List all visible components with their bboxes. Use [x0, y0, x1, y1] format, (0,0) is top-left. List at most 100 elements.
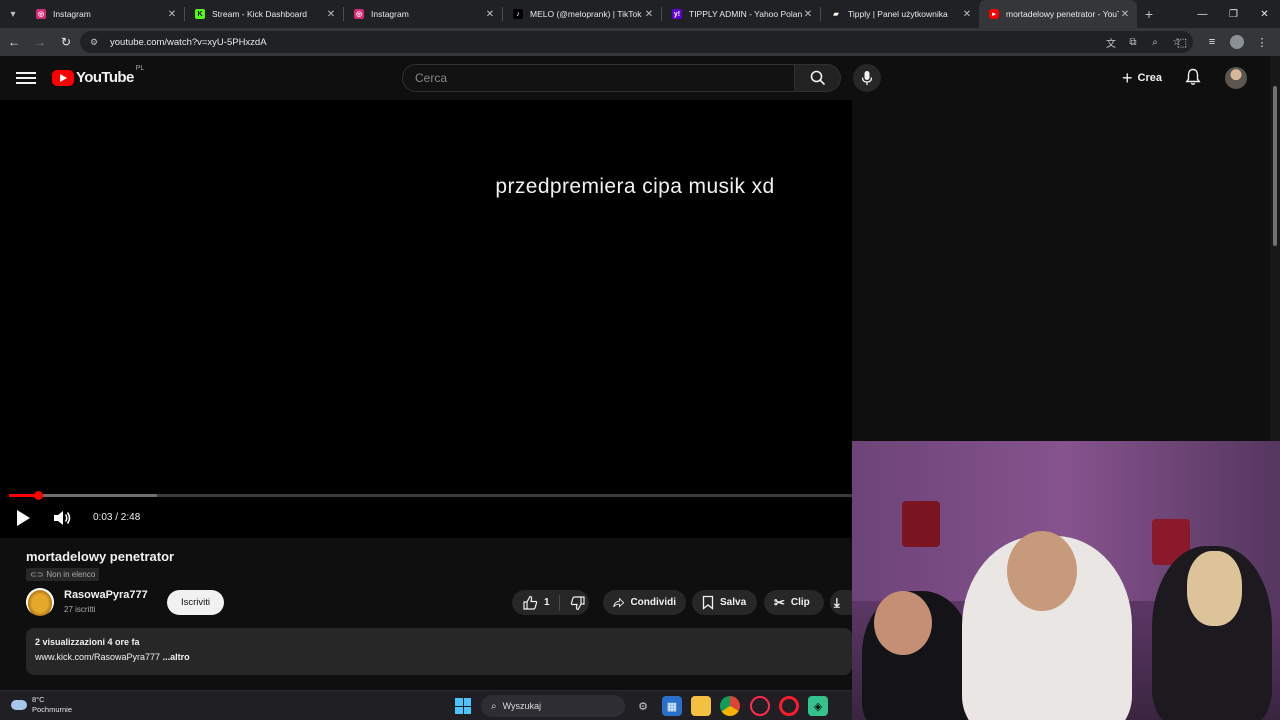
- tab-title: Stream - Kick Dashboard: [212, 9, 307, 19]
- zoom-icon[interactable]: ⌕: [1147, 34, 1163, 50]
- download-icon: ⤓: [834, 594, 840, 610]
- volume-icon: [54, 511, 71, 525]
- tab-instagram-1[interactable]: ◎ Instagram ✕: [26, 0, 184, 28]
- dislike-button[interactable]: [566, 595, 589, 611]
- voice-search-button[interactable]: [853, 64, 881, 92]
- volume-button[interactable]: [52, 509, 72, 527]
- bell-icon: [1185, 68, 1201, 85]
- close-tab-icon[interactable]: ✕: [643, 9, 655, 20]
- tab-kick-dashboard[interactable]: K Stream - Kick Dashboard ✕: [185, 0, 343, 28]
- scrollbar-thumb[interactable]: [1273, 86, 1277, 246]
- visibility-label: Non in elenco: [46, 570, 96, 579]
- extensions-icon[interactable]: ⬚: [1170, 30, 1194, 54]
- restore-icon[interactable]: ❐: [1218, 0, 1249, 28]
- save-button[interactable]: Salva: [692, 590, 757, 615]
- tab-youtube-active[interactable]: ▸ mortadelowy penetrator - YouT ✕: [979, 0, 1137, 28]
- browser-toolbar: ← → ↻ ⚙ youtube.com/watch?v=xyU-5PHxzdA …: [0, 28, 1280, 56]
- tab-title: Tipply | Panel użytkownika: [848, 9, 948, 19]
- taskbar-search[interactable]: ⌕ Wyszukaj: [481, 695, 625, 717]
- search-button[interactable]: [795, 64, 841, 92]
- taskbar-app-icon[interactable]: ⚙: [633, 696, 653, 716]
- play-button-icon[interactable]: [16, 510, 32, 526]
- close-tab-icon[interactable]: ✕: [325, 9, 337, 20]
- site-info-icon[interactable]: ⚙: [88, 36, 100, 48]
- media-control-icon[interactable]: ≡: [1200, 30, 1224, 54]
- instagram-icon: ◎: [36, 9, 46, 19]
- account-avatar[interactable]: [1225, 67, 1247, 89]
- channel-avatar[interactable]: [26, 588, 54, 616]
- webcam-shirt-left: [902, 501, 940, 547]
- thumbs-up-icon: [523, 595, 538, 610]
- share-icon: [613, 597, 625, 608]
- visibility-badge: ⊂⊃ Non in elenco: [26, 568, 100, 581]
- scissors-icon: ✂: [774, 594, 785, 610]
- tab-strip: ▾ ◎ Instagram ✕ K Stream - Kick Dashboar…: [0, 0, 1280, 28]
- progress-bar[interactable]: [9, 491, 852, 500]
- create-label: Crea: [1137, 72, 1162, 84]
- close-tab-icon[interactable]: ✕: [1119, 9, 1131, 20]
- close-tab-icon[interactable]: ✕: [484, 9, 496, 20]
- like-button[interactable]: 1: [512, 595, 553, 611]
- description-link[interactable]: www.kick.com/RasowaPyra777: [35, 652, 160, 662]
- search-input[interactable]: Cerca: [402, 64, 795, 92]
- scrubber-handle[interactable]: [33, 491, 43, 500]
- description-line: www.kick.com/RasowaPyra777 ...altro: [35, 652, 843, 662]
- clip-button[interactable]: ✂ Clip: [764, 590, 824, 615]
- tab-tipply[interactable]: ▰ Tipply | Panel użytkownika ✕: [821, 0, 979, 28]
- webcam-head-center: [1007, 531, 1077, 611]
- kick-icon: K: [195, 9, 205, 19]
- logo-wordmark: YouTube: [76, 69, 134, 86]
- file-explorer-icon[interactable]: [691, 696, 711, 716]
- new-tab-icon[interactable]: +: [1137, 6, 1161, 22]
- subscribe-button[interactable]: Iscriviti: [167, 590, 224, 615]
- weather-widget[interactable]: 8°C Pochmurnie: [11, 695, 72, 715]
- forward-icon[interactable]: →: [28, 30, 52, 54]
- create-button[interactable]: + Crea: [1112, 64, 1172, 92]
- tab-title: mortadelowy penetrator - YouT: [1006, 9, 1119, 19]
- close-tab-icon[interactable]: ✕: [961, 9, 973, 20]
- webcam-head-right: [1187, 551, 1242, 626]
- share-button[interactable]: Condividi: [603, 590, 686, 615]
- cast-icon[interactable]: ⧉: [1125, 34, 1141, 50]
- profile-icon[interactable]: [1230, 35, 1244, 49]
- search-placeholder: Cerca: [415, 71, 448, 85]
- back-icon[interactable]: ←: [2, 30, 26, 54]
- show-more-link[interactable]: ...altro: [163, 652, 190, 662]
- address-bar[interactable]: ⚙ youtube.com/watch?v=xyU-5PHxzdA 文 ⧉ ⌕ …: [80, 31, 1193, 53]
- pill-divider: [559, 594, 561, 611]
- tab-title: Instagram: [371, 9, 409, 19]
- close-window-icon[interactable]: ✕: [1249, 0, 1280, 28]
- youtube-header: YouTube PL Cerca + Crea: [0, 56, 1270, 100]
- taskbar-app-icon[interactable]: ◈: [808, 696, 828, 716]
- microphone-icon: [861, 71, 873, 85]
- search-icon: [810, 70, 825, 86]
- close-tab-icon[interactable]: ✕: [166, 9, 178, 20]
- youtube-logo[interactable]: YouTube PL: [52, 65, 144, 86]
- opera-icon[interactable]: [779, 696, 799, 716]
- menu-icon[interactable]: [16, 69, 36, 87]
- page-scrollbar[interactable]: [1270, 56, 1280, 441]
- minimize-icon[interactable]: —: [1187, 0, 1218, 28]
- tab-yahoo[interactable]: y! TIPPLY ADMIN - Yahoo Poland ✕: [662, 0, 820, 28]
- player-overlay-text: przedpremiera cipa musik xd: [495, 175, 775, 198]
- tab-instagram-2[interactable]: ◎ Instagram ✕: [344, 0, 502, 28]
- browser-menu-icon[interactable]: ⋮: [1250, 30, 1274, 54]
- taskbar-app-icon[interactable]: ▦: [662, 696, 682, 716]
- time-display: 0:03 / 2:48: [93, 512, 141, 523]
- close-tab-icon[interactable]: ✕: [802, 9, 814, 20]
- tab-title: MELO (@meloprank) | TikTok: [530, 9, 642, 19]
- channel-name[interactable]: RasowaPyra777: [64, 589, 148, 601]
- notifications-button[interactable]: [1182, 66, 1204, 88]
- save-label: Salva: [720, 597, 747, 608]
- description-box[interactable]: 2 visualizzazioni 4 ore fa www.kick.com/…: [26, 628, 852, 675]
- translate-icon[interactable]: 文: [1103, 34, 1119, 50]
- tab-search-icon[interactable]: ▾: [0, 0, 26, 28]
- chrome-icon[interactable]: [720, 696, 740, 716]
- video-player[interactable]: [0, 100, 852, 538]
- tab-title: Instagram: [53, 9, 91, 19]
- download-button[interactable]: ⤓: [830, 590, 852, 615]
- tab-tiktok[interactable]: ♪ MELO (@meloprank) | TikTok ✕: [503, 0, 661, 28]
- opera-gx-icon[interactable]: [750, 696, 770, 716]
- reload-icon[interactable]: ↻: [54, 30, 78, 54]
- windows-start-icon[interactable]: [455, 698, 471, 714]
